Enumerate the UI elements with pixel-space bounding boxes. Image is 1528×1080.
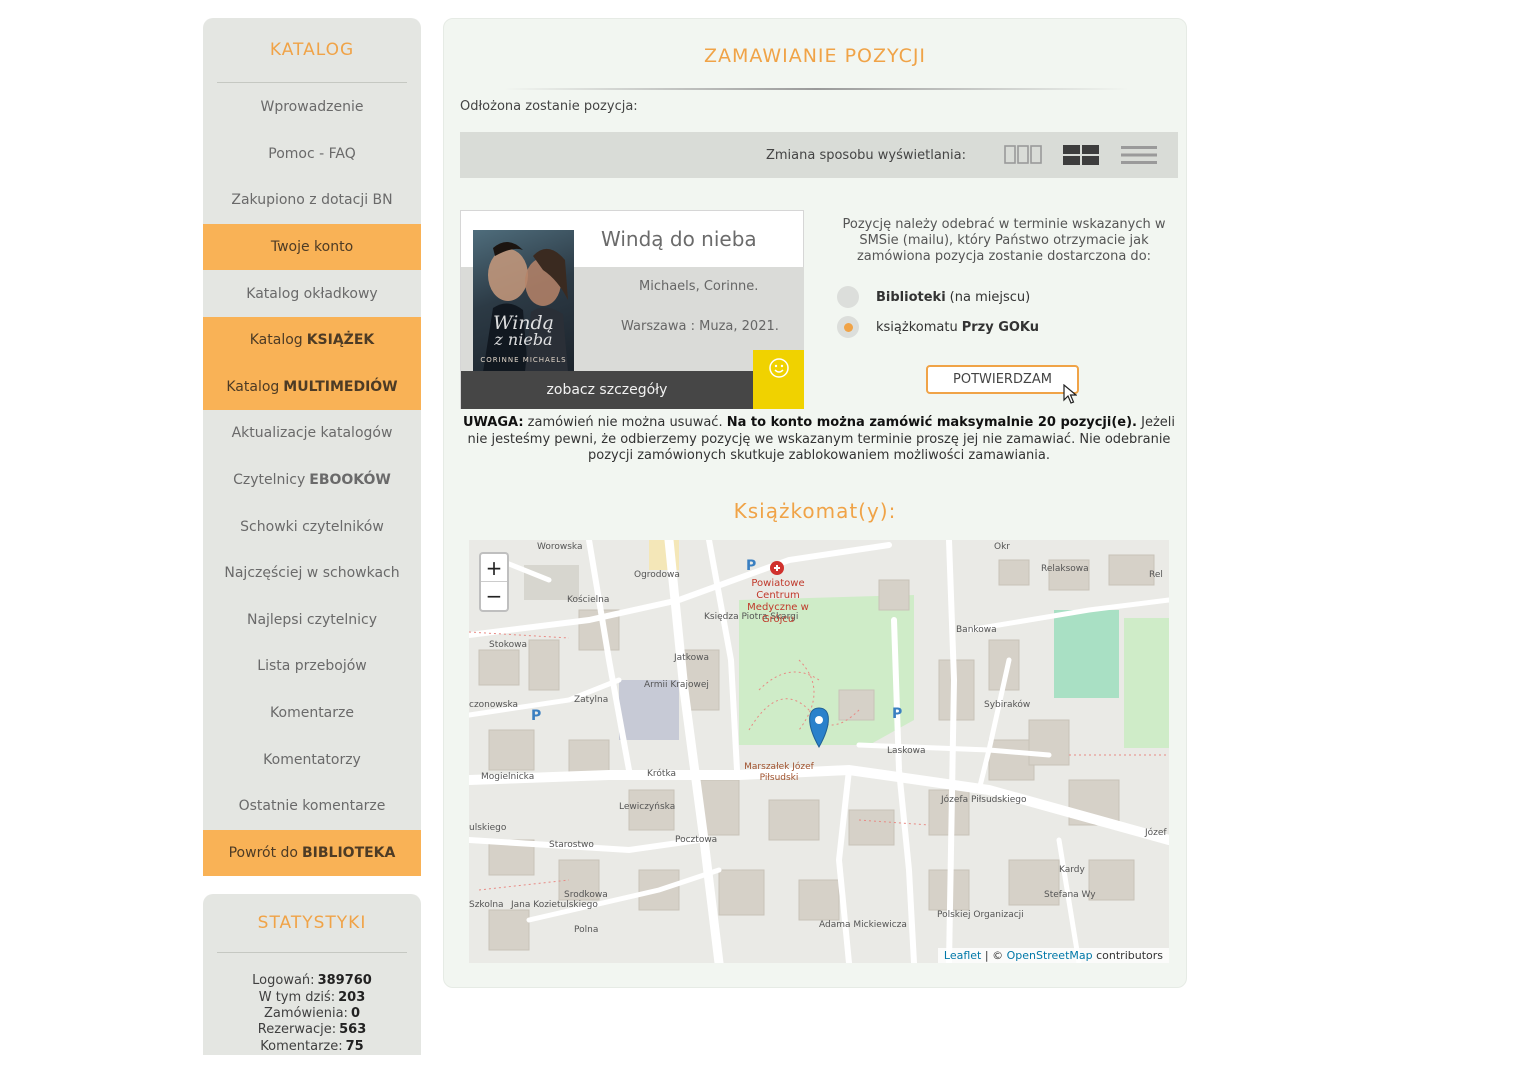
street-label: Okr: [994, 542, 1010, 552]
sidebar-item-najczesciej[interactable]: Najczęściej w schowkach: [203, 550, 421, 597]
details-button[interactable]: zobacz szczegóły: [461, 371, 753, 409]
street-label: Stokowa: [489, 640, 528, 650]
street-label: Polna: [574, 925, 599, 935]
svg-text:P: P: [531, 708, 541, 724]
cover-subtitle: z nieba: [494, 330, 553, 349]
sidebar-item-katalog-okladkowy[interactable]: Katalog okładkowy: [203, 270, 421, 317]
street-label: Adama Mickiewicza: [819, 920, 907, 930]
book-card: Windą z nieba CORINNE MICHAELS Windą do …: [460, 210, 804, 409]
street-label: Relaksowa: [1041, 564, 1089, 574]
radio-library[interactable]: [837, 286, 859, 308]
view-mode-label: Zmiana sposobu wyświetlania:: [765, 147, 966, 163]
hospital-label: Powiatowe Centrum Medyczne w Grójcu: [747, 578, 809, 625]
page-title: ZAMAWIANIE POZYCJI: [703, 45, 927, 67]
street-label: Lewiczyńska: [619, 802, 676, 812]
list-icon[interactable]: [1120, 143, 1158, 167]
view-mode-bar: Zmiana sposobu wyświetlania:: [460, 132, 1178, 178]
sidebar-item-powrot[interactable]: Powrót do BIBLIOTEKA: [203, 829, 421, 877]
grid-three-icon[interactable]: [1004, 143, 1042, 167]
street-label: Jatkowa: [674, 653, 709, 663]
sidebar-item-katalog-ksiazek[interactable]: Katalog KSIĄŻEK: [203, 316, 421, 364]
stats-panel: STATYSTYKI Logowań: 389760 W tym dziś: 203…: [203, 894, 421, 1056]
cover-author: CORINNE MICHAELS: [480, 356, 567, 364]
radio-locker[interactable]: [837, 316, 859, 338]
street-label: Starostwo: [549, 840, 594, 850]
sidebar-item-lista-przebojow[interactable]: Lista przebojów: [203, 643, 421, 690]
grid-four-icon[interactable]: [1062, 143, 1100, 167]
svg-text:P: P: [892, 706, 902, 722]
locker-title: Książkomat(y):: [733, 499, 897, 523]
sidebar-item-twoje-konto[interactable]: Twoje konto: [203, 223, 421, 271]
zoom-in-button[interactable]: +: [481, 554, 507, 582]
street-label: Armii Krajowej: [644, 680, 709, 690]
pickup-info: Pozycję należy odebrać w terminie wskaza…: [842, 217, 1166, 264]
street-label: Rel: [1149, 570, 1163, 580]
stats-row-today: W tym dziś: 203: [258, 989, 366, 1005]
sidebar-item-najlepsi[interactable]: Najlepsi czytelnicy: [203, 597, 421, 644]
book-publication: Warszawa : Muza, 2021.: [621, 319, 779, 334]
street-label: czonowska: [469, 700, 519, 710]
stats-row-logins: Logowań: 389760: [252, 973, 372, 989]
leaflet-link[interactable]: Leaflet: [944, 949, 981, 962]
book-author: Michaels, Corinne.: [639, 279, 759, 294]
reserved-label: Odłożona zostanie pozycja:: [460, 99, 638, 114]
street-label: Krótka: [647, 769, 677, 779]
zoom-control: + −: [479, 552, 509, 612]
street-label: Zatylna: [574, 695, 609, 705]
stats-title: STATYSTYKI: [257, 913, 367, 934]
sidebar-item-katalog-multimediow[interactable]: Katalog MULTIMEDIÓW: [203, 363, 421, 411]
sidebar-item-komentarze[interactable]: Komentarze: [203, 690, 421, 737]
sidebar: KATALOG Wprowadzenie Pomoc - FAQ Zakupio…: [203, 18, 421, 1056]
stats-row-reservations: Rezerwacje: 563: [257, 1022, 367, 1038]
street-label: Srodkowa: [564, 890, 608, 900]
street-label: Laskowa: [887, 746, 926, 756]
street-label: Worowska: [537, 542, 583, 552]
monument-label: Marszałek Józef Piłsudski: [744, 762, 814, 783]
title-divider: [504, 88, 1129, 90]
smile-button[interactable]: [753, 350, 804, 409]
street-label: Mogielnicka: [481, 772, 535, 782]
street-label: Pocztowa: [675, 835, 718, 845]
sidebar-menu: Wprowadzenie Pomoc - FAQ Zakupiono z dot…: [203, 83, 421, 877]
pickup-option-locker[interactable]: książkomatu Przy GOKu: [837, 316, 1039, 338]
pickup-option-library[interactable]: Biblioteki (na miejscu): [837, 286, 1030, 308]
book-title: Windą do nieba: [601, 227, 757, 251]
order-panel: ZAMAWIANIE POZYCJI Odłożona zostanie poz…: [443, 18, 1187, 988]
stats-row-orders: Zamówienia: 0: [264, 1005, 360, 1021]
street-label: Polskiej Organizacji: [937, 910, 1024, 920]
sidebar-item-wprowadzenie[interactable]: Wprowadzenie: [203, 84, 421, 131]
street-label: Kościelna: [567, 595, 610, 605]
street-label: Szkolna: [469, 900, 504, 910]
stats-body: Logowań: 389760 W tym dziś: 203 Zamówienia…: [203, 953, 421, 1055]
warning-text: UWAGA: zamówień nie można usuwać. Na to …: [462, 415, 1176, 463]
catalog-panel: KATALOG Wprowadzenie Pomoc - FAQ Zakupio…: [203, 18, 421, 877]
street-label: Stefana Wy: [1044, 890, 1096, 900]
street-label: Józefa Piłsudskiego: [941, 795, 1027, 805]
sidebar-item-aktualizacje[interactable]: Aktualizacje katalogów: [203, 410, 421, 457]
map[interactable]: P P P Worowska Relaksowa Rel Stokowa Kości…: [469, 540, 1169, 963]
sidebar-item-dotacje[interactable]: Zakupiono z dotacji BN: [203, 177, 421, 224]
street-label: ulskiego: [469, 823, 507, 833]
zoom-out-button[interactable]: −: [481, 582, 507, 610]
cursor-icon: [1063, 383, 1078, 408]
street-label: Bankowa: [956, 625, 997, 635]
book-cover[interactable]: Windą z nieba CORINNE MICHAELS: [473, 230, 574, 372]
confirm-button[interactable]: POTWIERDZAM: [926, 365, 1079, 394]
street-label: Kardy: [1059, 865, 1085, 875]
stats-row-comments: Komentarze: 75: [260, 1038, 364, 1054]
street-label: Ogrodowa: [634, 570, 680, 580]
osm-link[interactable]: OpenStreetMap: [1007, 949, 1093, 962]
sidebar-item-schowki[interactable]: Schowki czytelników: [203, 503, 421, 550]
sidebar-item-czytelnicy-ebookow[interactable]: Czytelnicy EBOOKÓW: [203, 457, 421, 504]
sidebar-item-komentatorzy[interactable]: Komentatorzy: [203, 736, 421, 783]
street-label: Jana Kozietulskiego: [511, 900, 598, 910]
catalog-title: KATALOG: [269, 40, 355, 60]
smile-icon: [768, 357, 790, 383]
sidebar-item-ostatnie-komentarze[interactable]: Ostatnie komentarze: [203, 783, 421, 830]
street-label: Sybiraków: [984, 700, 1031, 710]
svg-text:P: P: [746, 558, 756, 574]
street-label: Józef: [1145, 828, 1167, 838]
map-attribution: Leaflet | © OpenStreetMap contributors: [937, 948, 1169, 963]
sidebar-item-faq[interactable]: Pomoc - FAQ: [203, 131, 421, 178]
